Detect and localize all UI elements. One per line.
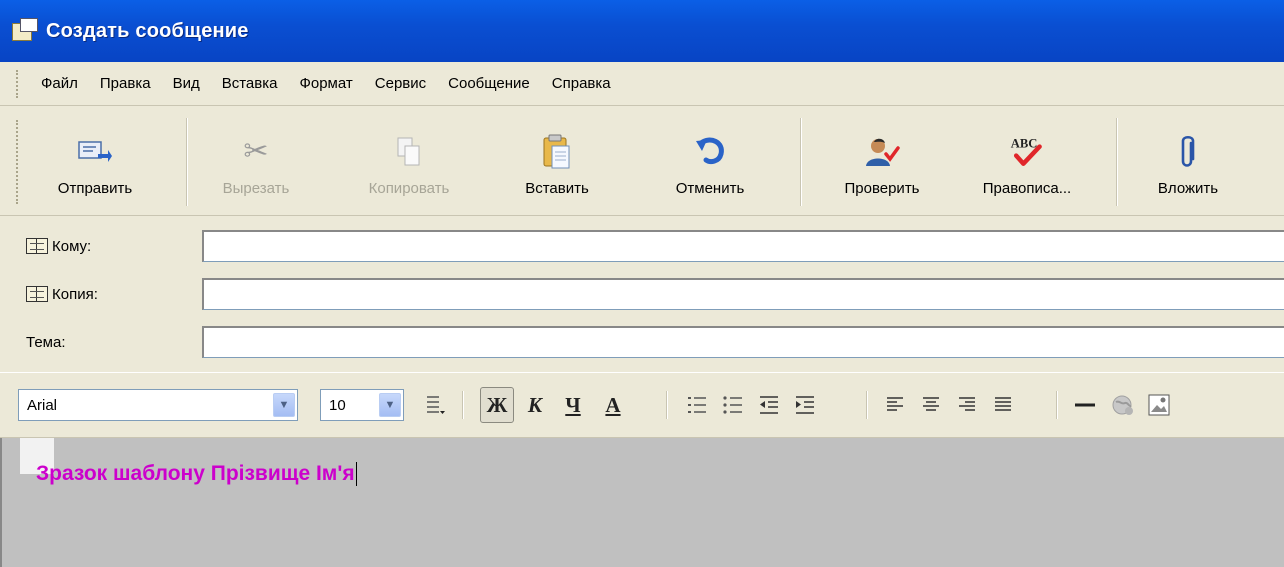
align-left-icon (887, 397, 903, 411)
menu-bar: Файл Правка Вид Вставка Формат Сервис Со… (0, 62, 1284, 106)
horizontal-line-button[interactable] (1068, 387, 1102, 423)
paragraph-style-button[interactable] (418, 387, 452, 423)
justify-icon (995, 397, 1011, 411)
send-icon (77, 132, 113, 172)
bullet-list-button[interactable] (716, 387, 750, 423)
subject-label: Тема: (26, 333, 66, 351)
format-separator (666, 391, 668, 419)
check-names-button[interactable]: Проверить (824, 116, 940, 208)
insert-picture-button[interactable] (1142, 387, 1176, 423)
menu-format[interactable]: Формат (288, 62, 363, 106)
menubar-grip[interactable] (16, 70, 19, 98)
to-field[interactable] (202, 230, 1284, 262)
text-caret (355, 462, 357, 487)
copy-icon (391, 132, 427, 172)
formatting-toolbar: Arial ▼ 10 ▼ Ж К Ч A (0, 372, 1284, 438)
menu-insert[interactable]: Вставка (211, 62, 289, 106)
window-title: Создать сообщение (46, 19, 249, 42)
title-bar: Создать сообщение (0, 0, 1284, 62)
undo-button[interactable]: Отменить (660, 116, 760, 208)
align-right-button[interactable] (950, 387, 984, 423)
format-separator (866, 391, 868, 419)
paragraph-style-icon (427, 396, 445, 414)
spelling-button[interactable]: ABC Правописа... (962, 116, 1092, 208)
undo-icon (692, 132, 728, 172)
menu-help[interactable]: Справка (541, 62, 622, 106)
subject-field[interactable] (202, 326, 1284, 358)
to-label[interactable]: Кому: (26, 238, 91, 255)
indent-icon (796, 396, 814, 414)
toolbar-separator (1116, 118, 1118, 206)
send-button[interactable]: Отправить (40, 116, 150, 208)
subject-row: Тема: (0, 322, 1284, 362)
decrease-indent-button[interactable] (752, 387, 786, 423)
menu-message[interactable]: Сообщение (437, 62, 541, 106)
toolbar-grip[interactable] (16, 120, 19, 204)
to-row: Кому: (0, 226, 1284, 266)
scissors-icon: ✂ (243, 135, 269, 168)
font-color-button[interactable]: A (596, 387, 630, 423)
toolbar-separator (800, 118, 802, 206)
new-message-icon (12, 18, 40, 44)
underline-button[interactable]: Ч (556, 387, 590, 423)
globe-link-icon (1112, 395, 1133, 415)
menu-view[interactable]: Вид (162, 62, 211, 106)
check-names-icon (864, 132, 900, 172)
menu-tools[interactable]: Сервис (364, 62, 437, 106)
numbered-list-icon (688, 397, 706, 413)
toolbar: Отправить ✂ Вырезать Копировать Вставить (0, 106, 1284, 216)
bold-button[interactable]: Ж (480, 387, 514, 423)
paste-button[interactable]: Вставить (512, 116, 602, 208)
chevron-down-icon[interactable]: ▼ (379, 393, 401, 417)
body-text[interactable]: Зразок шаблону Прізвище Ім'я (36, 462, 357, 487)
font-family-select[interactable]: Arial ▼ (18, 389, 298, 421)
address-book-icon (26, 238, 48, 254)
menu-edit[interactable]: Правка (89, 62, 162, 106)
message-body[interactable]: Зразок шаблону Прізвище Ім'я (0, 438, 1284, 567)
attach-button[interactable]: Вложить (1140, 116, 1236, 208)
cc-label[interactable]: Копия: (26, 286, 98, 303)
increase-indent-button[interactable] (788, 387, 822, 423)
svg-text:ABC: ABC (1011, 137, 1038, 151)
menu-file[interactable]: Файл (30, 62, 89, 106)
toolbar-separator (186, 118, 188, 206)
align-left-button[interactable] (878, 387, 912, 423)
cut-button[interactable]: ✂ Вырезать (208, 116, 304, 208)
horizontal-line-icon (1075, 403, 1095, 407)
cc-field[interactable] (202, 278, 1284, 310)
cc-row: Копия: (0, 274, 1284, 314)
message-headers: Кому: Копия: Тема: (0, 216, 1284, 372)
copy-button[interactable]: Копировать (348, 116, 470, 208)
italic-button[interactable]: К (518, 387, 552, 423)
chevron-down-icon[interactable]: ▼ (273, 393, 295, 417)
justify-button[interactable] (986, 387, 1020, 423)
numbered-list-button[interactable] (680, 387, 714, 423)
format-separator (1056, 391, 1058, 419)
spelling-icon: ABC (1009, 132, 1045, 172)
format-separator (462, 391, 464, 419)
align-right-icon (959, 397, 975, 411)
outdent-icon (760, 396, 778, 414)
paperclip-icon (1170, 132, 1206, 172)
address-book-icon (26, 286, 48, 302)
align-center-button[interactable] (914, 387, 948, 423)
font-size-select[interactable]: 10 ▼ (320, 389, 404, 421)
bullet-list-icon (723, 396, 742, 414)
picture-icon (1148, 394, 1170, 416)
insert-link-button[interactable] (1106, 387, 1140, 423)
align-center-icon (923, 397, 939, 411)
clipboard-icon (539, 132, 575, 172)
